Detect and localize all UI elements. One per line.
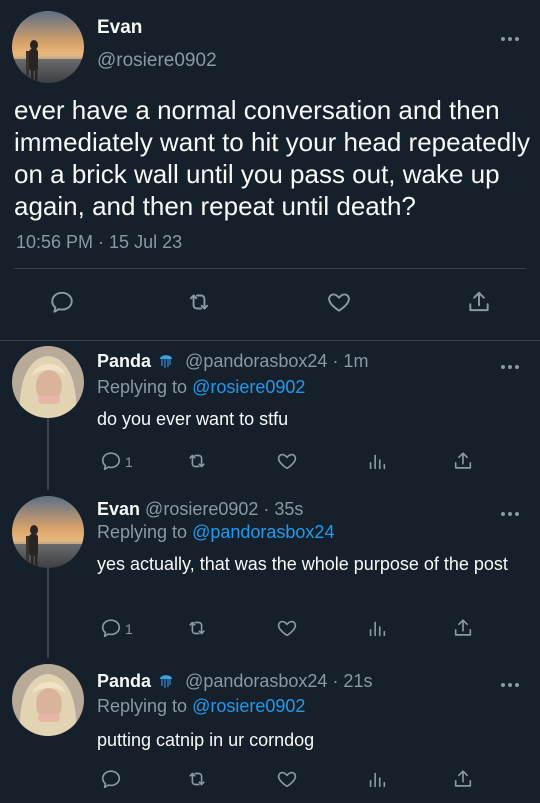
- reply-tweet: Panda @pandorasbox24 · 1m Replying to @r…: [0, 340, 540, 490]
- reply-text: do you ever want to stfu: [97, 409, 289, 429]
- analytics-icon[interactable]: [366, 768, 388, 795]
- reply-icon[interactable]: [100, 768, 122, 795]
- retweet-icon[interactable]: [186, 617, 208, 644]
- main-tweet: Evan @rosiere0902 ever have a normal con…: [0, 0, 540, 340]
- author-handle[interactable]: @rosiere0902: [97, 50, 217, 72]
- replying-to-link[interactable]: @rosiere0902: [192, 696, 305, 716]
- more-options-icon[interactable]: [500, 30, 520, 41]
- reply-count: 1: [125, 621, 133, 637]
- reply-text: putting catnip in ur corndog: [97, 730, 315, 750]
- replying-to-link[interactable]: @rosiere0902: [192, 377, 305, 397]
- reply-handle-time[interactable]: @pandorasbox24 · 1m: [185, 351, 368, 371]
- like-icon[interactable]: [276, 768, 298, 795]
- avatar-evan[interactable]: [12, 496, 84, 568]
- like-icon[interactable]: [326, 289, 352, 315]
- share-icon[interactable]: [452, 617, 474, 644]
- reply-handle-time[interactable]: @rosiere0902 · 35s: [145, 499, 303, 519]
- share-icon[interactable]: [452, 768, 474, 795]
- jellyfish-icon: [158, 351, 174, 374]
- reply-header: Panda @pandorasbox24 · 21s: [97, 671, 372, 694]
- reply-icon[interactable]: [100, 617, 122, 644]
- reply-text: yes actually, that was the whole purpose…: [97, 554, 508, 574]
- reply-handle-time[interactable]: @pandorasbox24 · 21s: [185, 671, 372, 691]
- replying-to: Replying to @rosiere0902: [97, 377, 305, 398]
- reply-author-name[interactable]: Panda: [97, 351, 151, 371]
- reply-author-name[interactable]: Panda: [97, 671, 151, 691]
- analytics-icon[interactable]: [366, 617, 388, 644]
- analytics-icon[interactable]: [366, 450, 388, 477]
- replying-prefix: Replying to: [97, 522, 188, 542]
- replying-to-link[interactable]: @pandorasbox24: [192, 522, 334, 542]
- reply-tweet: Evan @rosiere0902 · 35s Replying to @pan…: [0, 490, 540, 658]
- replying-to: Replying to @pandorasbox24: [97, 522, 334, 543]
- replying-to: Replying to @rosiere0902: [97, 696, 305, 717]
- reply-tweet: Panda @pandorasbox24 · 21s Replying to @…: [0, 658, 540, 803]
- tweet-text: ever have a normal conversation and then…: [14, 95, 530, 221]
- replying-prefix: Replying to: [97, 696, 188, 716]
- avatar-evan[interactable]: [12, 11, 84, 83]
- more-options-icon[interactable]: [500, 505, 520, 516]
- tweet-timestamp[interactable]: 10:56 PM · 15 Jul 23: [16, 232, 182, 253]
- retweet-icon[interactable]: [186, 289, 212, 315]
- reply-header: Panda @pandorasbox24 · 1m: [97, 351, 368, 374]
- avatar-panda[interactable]: [12, 664, 84, 736]
- avatar-panda[interactable]: [12, 346, 84, 418]
- author-name[interactable]: Evan: [97, 17, 142, 39]
- reply-author-name[interactable]: Evan: [97, 499, 140, 519]
- divider: [14, 268, 526, 269]
- jellyfish-icon: [158, 671, 174, 694]
- more-options-icon[interactable]: [500, 358, 520, 369]
- like-icon[interactable]: [276, 617, 298, 644]
- retweet-icon[interactable]: [186, 450, 208, 477]
- more-options-icon[interactable]: [500, 676, 520, 687]
- reply-count: 1: [125, 454, 133, 470]
- reply-header: Evan @rosiere0902 · 35s: [97, 499, 303, 520]
- share-icon[interactable]: [466, 289, 492, 315]
- share-icon[interactable]: [452, 450, 474, 477]
- reply-icon[interactable]: [49, 289, 75, 315]
- replying-prefix: Replying to: [97, 377, 188, 397]
- like-icon[interactable]: [276, 450, 298, 477]
- reply-icon[interactable]: [100, 450, 122, 477]
- retweet-icon[interactable]: [186, 768, 208, 795]
